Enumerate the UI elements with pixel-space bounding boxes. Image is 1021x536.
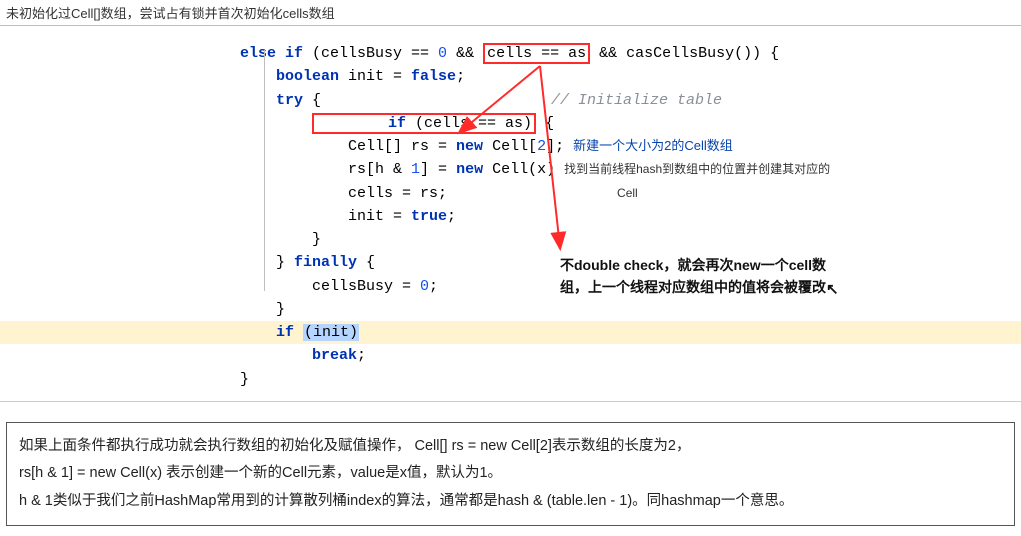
num: 2 <box>537 138 546 155</box>
kw-new: new <box>456 138 483 155</box>
annotation-double-check: 不double check，就会再次new一个cell数 组，上一个线程对应数组… <box>560 254 880 300</box>
note-hash-pos-1: 找到当前线程hash到数组中的位置并创建其对应的 <box>564 162 830 176</box>
code-line-13: if (init) <box>240 324 359 341</box>
explanation-line-2: rs[h & 1] = new Cell(x) 表示创建一个新的Cell元素，v… <box>19 460 1002 488</box>
txt: { <box>303 92 321 109</box>
note-hash-pos-2: Cell <box>617 186 638 200</box>
explanation-line-3: h & 1类似于我们之前HashMap常用到的计算散列桶index的算法，通常都… <box>19 488 1002 516</box>
annotation-line-1: 不double check，就会再次new一个cell数 <box>560 254 880 276</box>
txt: (cellsBusy == <box>303 45 438 62</box>
code-line-9: } <box>240 228 1021 251</box>
txt: && casCellsBusy()) { <box>590 45 779 62</box>
txt: } <box>240 254 294 271</box>
kw-false: false <box>411 68 456 85</box>
kw-new: new <box>456 161 483 178</box>
kw-finally: finally <box>294 254 357 271</box>
txt: Cell(x) <box>483 161 555 178</box>
num: 0 <box>420 278 429 295</box>
highlight-cells-eq-as-1: cells == as <box>483 43 590 64</box>
code-line-4: if (cells == as) { <box>240 112 1021 135</box>
kw-try: try <box>240 92 303 109</box>
cursor-icon: ↖ <box>826 278 839 302</box>
code-line-2: boolean init = false; <box>240 65 1021 88</box>
txt: ] = <box>420 161 456 178</box>
highlight-if-init: if (init) <box>0 321 1021 344</box>
txt: ; <box>447 208 456 225</box>
txt: init = <box>240 208 411 225</box>
kw-boolean: boolean <box>240 68 339 85</box>
txt: ; <box>357 347 366 364</box>
highlight-if-cells-eq-as: if (cells == as) <box>312 113 536 134</box>
selection-init: (init) <box>303 324 359 341</box>
txt: cellsBusy = <box>240 278 420 295</box>
txt: { <box>536 115 554 132</box>
txt: cells = rs; <box>240 185 447 202</box>
code-line-5: Cell[] rs = new Cell[2]; 新建一个大小为2的Cell数组 <box>240 135 1021 158</box>
explanation-line-1: 如果上面条件都执行成功就会执行数组的初始化及赋值操作， Cell[] rs = … <box>19 433 1002 461</box>
code-line-15: } <box>240 368 1021 391</box>
code-line-14: break; <box>240 344 1021 367</box>
num: 1 <box>411 161 420 178</box>
txt: (cells == as) <box>406 115 532 132</box>
txt: Cell[ <box>483 138 537 155</box>
kw-if: if <box>240 324 303 341</box>
txt: { <box>357 254 375 271</box>
code-line-12: } <box>240 298 1021 321</box>
txt: Cell[] rs = <box>240 138 456 155</box>
txt: && <box>447 45 483 62</box>
comment-init-table: // Initialize table <box>551 92 722 109</box>
kw-true: true <box>411 208 447 225</box>
txt: ; <box>429 278 438 295</box>
txt: rs[h & <box>240 161 411 178</box>
kw-if: if <box>316 115 406 132</box>
note-new-cell-array: 新建一个大小为2的Cell数组 <box>573 138 733 153</box>
code-line-7: cells = rs; Cell <box>240 182 1021 205</box>
txt: ; <box>456 68 465 85</box>
explanation-box: 如果上面条件都执行成功就会执行数组的初始化及赋值操作， Cell[] rs = … <box>6 422 1015 527</box>
annotation-line-2: 组，上一个线程对应数组中的值将会被覆改 <box>560 279 826 295</box>
code-line-3: try { // Initialize table <box>240 89 1021 112</box>
code-line-8: init = true; <box>240 205 1021 228</box>
kw-else-if: else if <box>240 45 303 62</box>
txt: init = <box>339 68 411 85</box>
code-line-6: rs[h & 1] = new Cell(x) 找到当前线程hash到数组中的位… <box>240 158 1021 181</box>
kw-break: break <box>240 347 357 364</box>
code-block: else if (cellsBusy == 0 && cells == as &… <box>0 32 1021 402</box>
top-note: 未初始化过Cell[]数组，尝试占有锁并首次初始化cells数组 <box>0 0 1021 26</box>
num: 0 <box>438 45 447 62</box>
txt: ]; <box>546 138 564 155</box>
indent-guide <box>264 50 265 291</box>
code-line-1: else if (cellsBusy == 0 && cells == as &… <box>240 42 1021 65</box>
